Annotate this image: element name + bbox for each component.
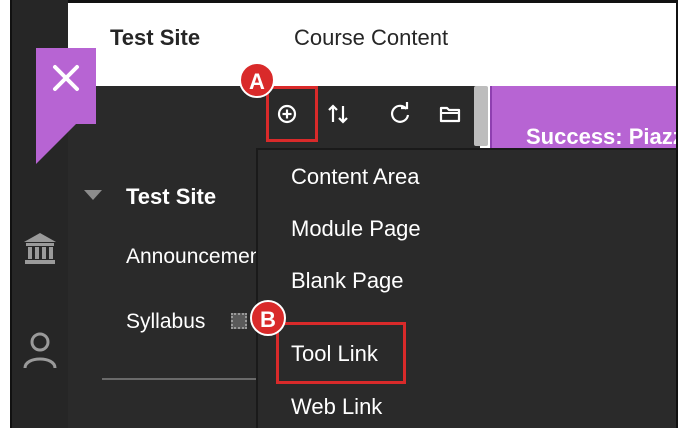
refresh-icon[interactable] <box>382 96 418 132</box>
collapse-arrow-icon[interactable] <box>84 190 102 200</box>
callout-b-highlight <box>276 322 406 384</box>
site-title[interactable]: Test Site <box>110 25 200 51</box>
course-menu-item-announcements[interactable]: Announcements <box>126 245 260 269</box>
menu-item-content-area[interactable]: Content Area <box>291 164 419 190</box>
course-menu-item-syllabus[interactable]: Syllabus <box>126 310 205 334</box>
institution-icon[interactable] <box>20 228 60 268</box>
page-title: Course Content <box>294 25 449 50</box>
menu-item-web-link[interactable]: Web Link <box>291 394 382 420</box>
callout-a-highlight <box>266 86 318 142</box>
menu-item-blank-page[interactable]: Blank Page <box>291 268 404 294</box>
app-window: Test Site Course Content Test Site Annou… <box>10 0 678 428</box>
hidden-item-icon <box>231 313 247 329</box>
success-message: Success: Piazza <box>526 124 676 148</box>
close-icon[interactable] <box>42 54 90 102</box>
menu-item-module-page[interactable]: Module Page <box>291 216 421 242</box>
success-banner: Success: Piazza <box>490 86 676 148</box>
close-button-tab <box>36 124 76 164</box>
callout-a-badge: A <box>239 62 275 98</box>
reorder-icon[interactable] <box>320 96 356 132</box>
manage-folder-icon[interactable] <box>432 96 468 132</box>
header-bar: Test Site Course Content <box>12 0 676 86</box>
course-menu-title[interactable]: Test Site <box>126 184 216 210</box>
panel-scrollbar[interactable] <box>474 86 488 146</box>
callout-b-badge: B <box>250 300 286 336</box>
profile-icon[interactable] <box>20 330 60 370</box>
menu-divider <box>102 378 262 380</box>
